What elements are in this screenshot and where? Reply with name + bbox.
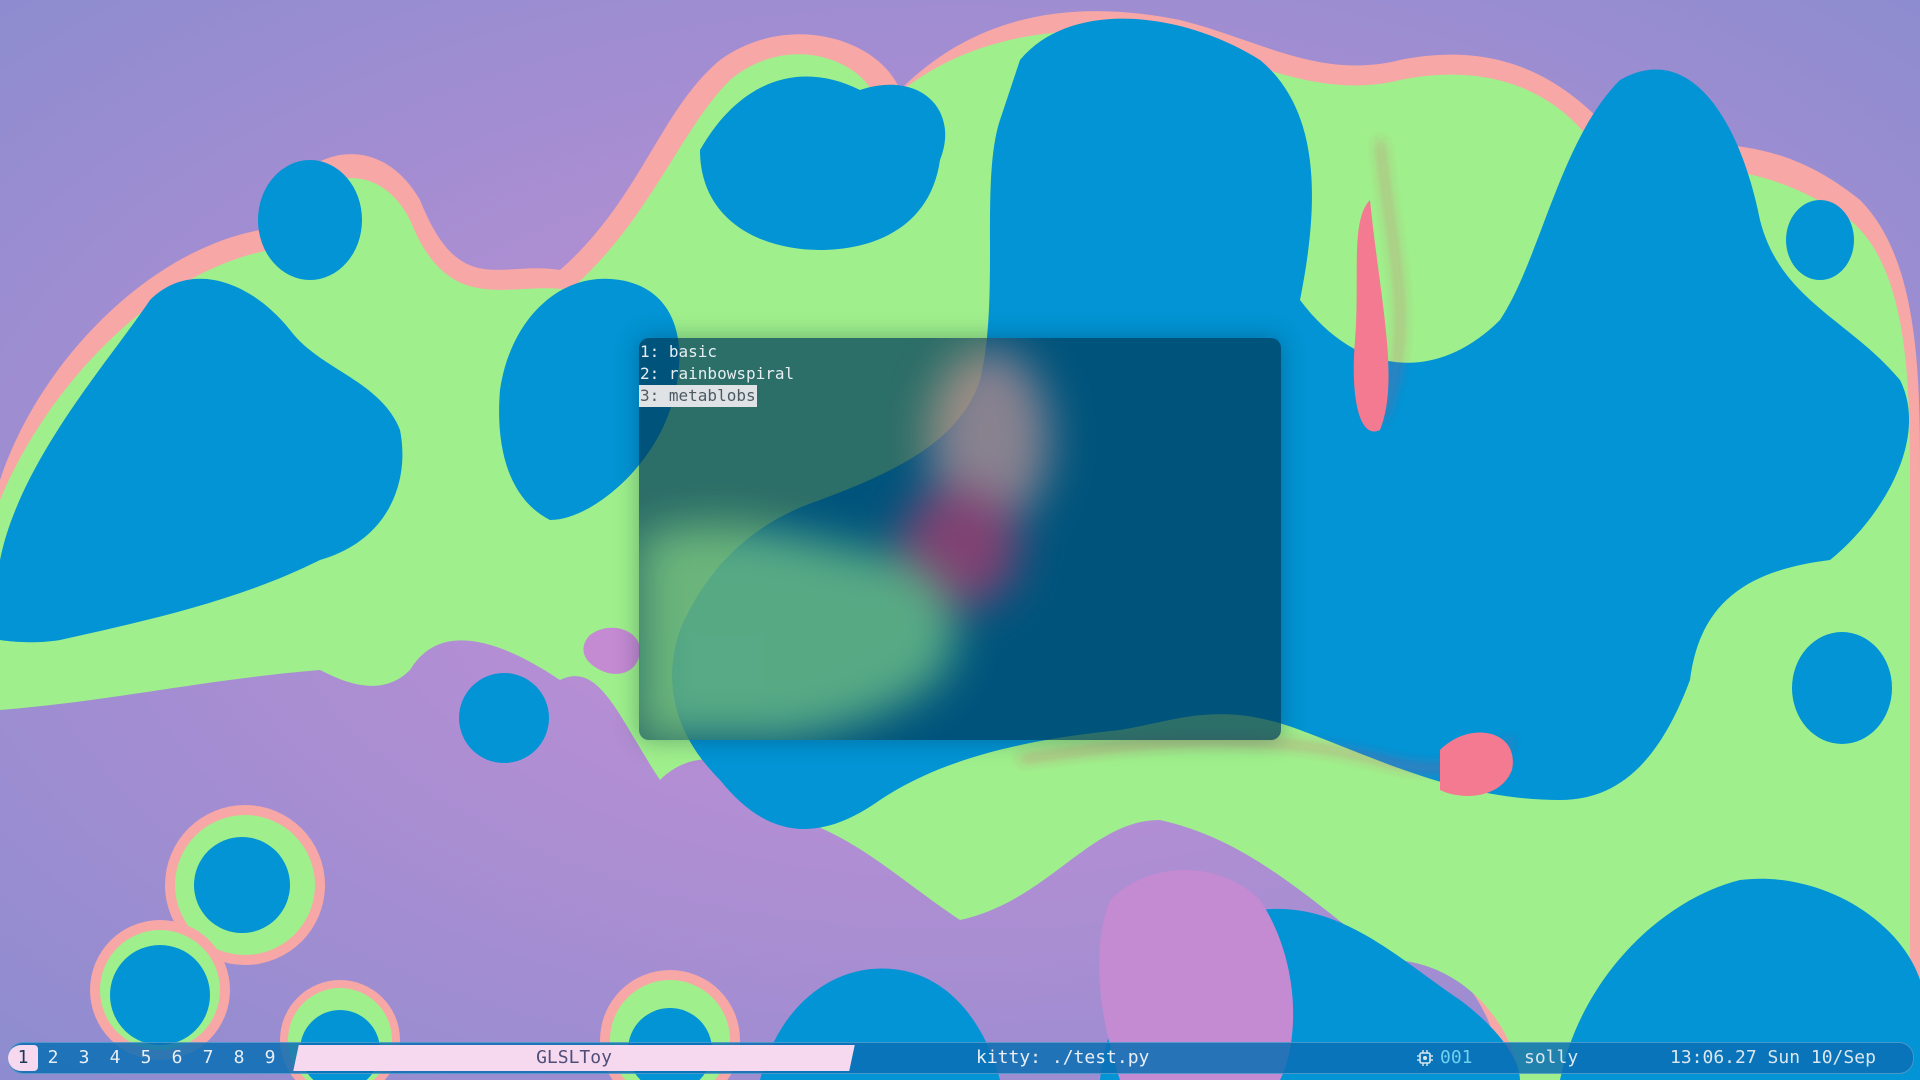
menu-item-basic[interactable]: 1: basic (639, 341, 718, 363)
terminal-popup[interactable]: 1: basic 2: rainbowspiral 3: metablobs (639, 338, 1281, 740)
cpu-icon (1417, 1050, 1433, 1066)
workspace-3[interactable]: 3 (71, 1045, 97, 1071)
shader-menu: 1: basic 2: rainbowspiral 3: metablobs (639, 338, 795, 407)
menu-item-rainbowspiral[interactable]: 2: rainbowspiral (639, 363, 795, 385)
cpu-widget: 001 (1416, 1045, 1473, 1071)
workspace-1[interactable]: 1 (8, 1045, 38, 1071)
cpu-value: 001 (1440, 1047, 1473, 1068)
window-title: GLSLToy (536, 1047, 612, 1068)
status-bar: 1 2 3 4 5 6 7 8 9 GLSLToy kitty: ./test.… (0, 1040, 1920, 1076)
workspace-5[interactable]: 5 (133, 1045, 159, 1071)
workspace-7[interactable]: 7 (195, 1045, 221, 1071)
username: solly (1524, 1047, 1579, 1068)
workspace-2[interactable]: 2 (40, 1045, 66, 1071)
clock: 13:06.27 Sun 10/Sep (1670, 1047, 1876, 1068)
focused-app-title: kitty: ./test.py (976, 1047, 1150, 1068)
workspace-9[interactable]: 9 (257, 1045, 283, 1071)
workspace-6[interactable]: 6 (164, 1045, 190, 1071)
menu-item-metablobs[interactable]: 3: metablobs (639, 385, 757, 407)
workspace-8[interactable]: 8 (226, 1045, 252, 1071)
workspace-4[interactable]: 4 (102, 1045, 128, 1071)
